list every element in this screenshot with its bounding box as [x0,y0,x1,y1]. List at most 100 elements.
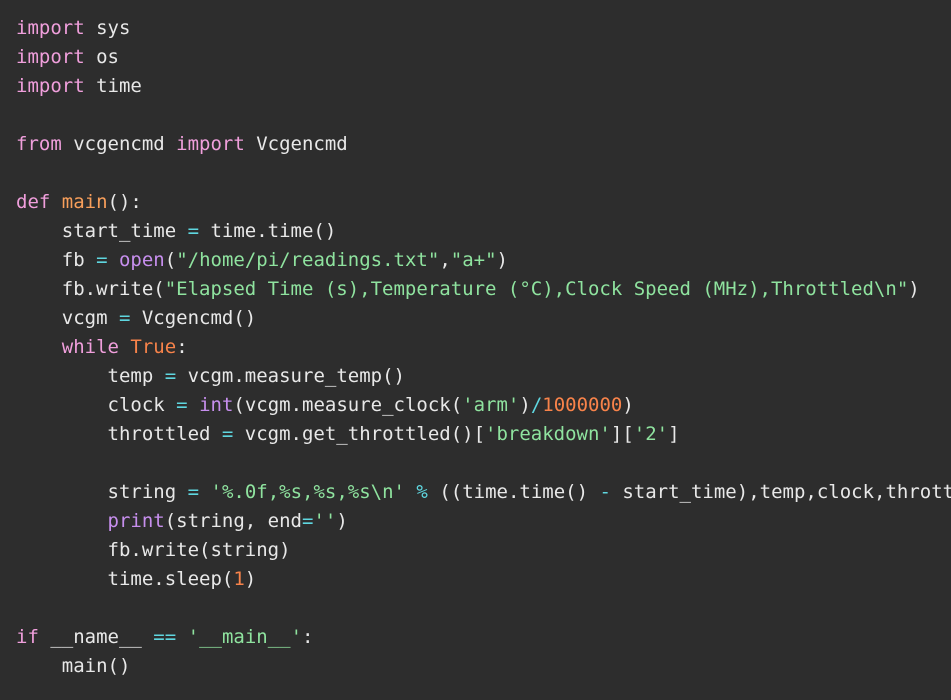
code-token-op: - [599,481,611,503]
code-token-kw: import [16,46,85,68]
code-token-plain: os [84,46,119,68]
code-token-bi: open [118,249,165,271]
code-token-plain: vcgm.get_throttled()[ [233,423,486,445]
code-token-plain: fb.write( [16,278,165,300]
code-token-op: = [176,394,188,416]
code-token-num: 1 [233,568,245,590]
code-token-plain: temp [16,365,165,387]
code-token-plain: ) [622,394,634,416]
code-token-str: "/home/pi/readings.txt" [176,249,440,271]
code-token-str: "a+" [450,249,497,271]
code-token-plain: string [16,481,188,503]
code-token-bi: print [107,510,165,532]
code-line: vcgm = Vcgencmd() [16,304,951,333]
code-token-bi: int [199,394,234,416]
code-token-op: = [302,510,314,532]
code-token-const: True [130,336,177,358]
code-token-str: "Elapsed Time (s),Temperature (°C),Clock… [164,278,909,300]
code-line: main() [16,652,951,681]
code-token-str: '%.0f,%s,%s,%s\n' [210,481,405,503]
code-line: time.sleep(1) [16,565,951,594]
code-line: def main(): [16,188,951,217]
code-token-plain: ) [336,510,348,532]
code-token-plain: ) [519,394,531,416]
code-token-op: / [530,394,543,416]
code-token-str: '2' [633,423,669,445]
code-token-plain: ][ [610,423,634,445]
code-token-op: = [118,307,131,329]
code-token-op: = [96,249,108,271]
code-token-plain: main() [16,655,131,677]
code-line: from vcgencmd import Vcgencmd [16,130,951,159]
code-line: import os [16,43,951,72]
code-token-plain: (string, end [164,510,302,532]
code-token-str: 'arm' [462,394,520,416]
code-token-plain: : [302,626,314,648]
code-token-plain: Vcgencmd() [130,307,257,329]
code-token-kw: from [16,133,62,155]
code-token-kw: import [16,75,85,97]
code-token-kw: import [176,133,245,155]
code-token-op: = [187,220,200,242]
code-token-kw: def [16,191,51,213]
code-token-kw: import [16,17,85,39]
code-line: throttled = vcgm.get_throttled()['breakd… [16,420,951,449]
code-line: import sys [16,14,951,43]
code-token-plain: ] [668,423,680,445]
code-token-plain: clock [16,394,177,416]
code-token-plain: time.time() [199,220,337,242]
code-token-plain: vcgencmd [61,133,177,155]
code-token-plain: ) [244,568,257,590]
code-token-plain: start_time),temp,clock,throttled) [622,481,951,503]
code-line: import time [16,72,951,101]
code-token-plain: ) [908,278,920,300]
code-line: fb = open("/home/pi/readings.txt","a+") [16,246,951,275]
code-line: temp = vcgm.measure_temp() [16,362,951,391]
code-line: fb.write(string) [16,536,951,565]
code-token-plain: start_time [16,220,188,242]
code-token-kw: while [61,336,119,358]
code-line: clock = int(vcgm.measure_clock('arm')/10… [16,391,951,420]
code-token-plain: time [84,75,142,97]
code-token-fn: main [61,191,108,213]
code-token-plain: time.sleep( [16,568,234,590]
code-token-str: 'breakdown' [485,423,611,445]
code-token-plain: vcgm.measure_temp() [176,365,405,387]
code-token-plain: vcgm [16,307,119,329]
code-token-plain: : [176,336,188,358]
code-token-op: == [153,626,177,648]
code-line: start_time = time.time() [16,217,951,246]
code-token-plain: ( [164,249,177,271]
code-token-op: = [164,365,177,387]
code-token-plain: (): [107,191,142,213]
code-token-plain: , [439,249,451,271]
code-token-op: % [416,481,428,503]
code-token-plain: Vcgencmd [244,133,348,155]
code-line: print(string, end='') [16,507,951,536]
code-token-plain: sys [84,17,131,39]
code-line: string = '%.0f,%s,%s,%s\n' % ((time.time… [16,478,951,507]
code-token-op: = [187,481,200,503]
code-token-plain: fb.write(string) [16,539,291,561]
code-token-plain: __name__ [38,626,154,648]
code-token-plain: ((time.time() [427,481,600,503]
code-token-plain: throttled [16,423,222,445]
code-token-plain: (vcgm.measure_clock( [233,394,463,416]
code-line: while True: [16,333,951,362]
code-token-kw: if [16,626,39,648]
code-editor[interactable]: import sys import os import time from vcge… [0,0,951,700]
code-token-plain: ) [496,249,508,271]
code-line: if __name__ == '__main__': [16,623,951,652]
